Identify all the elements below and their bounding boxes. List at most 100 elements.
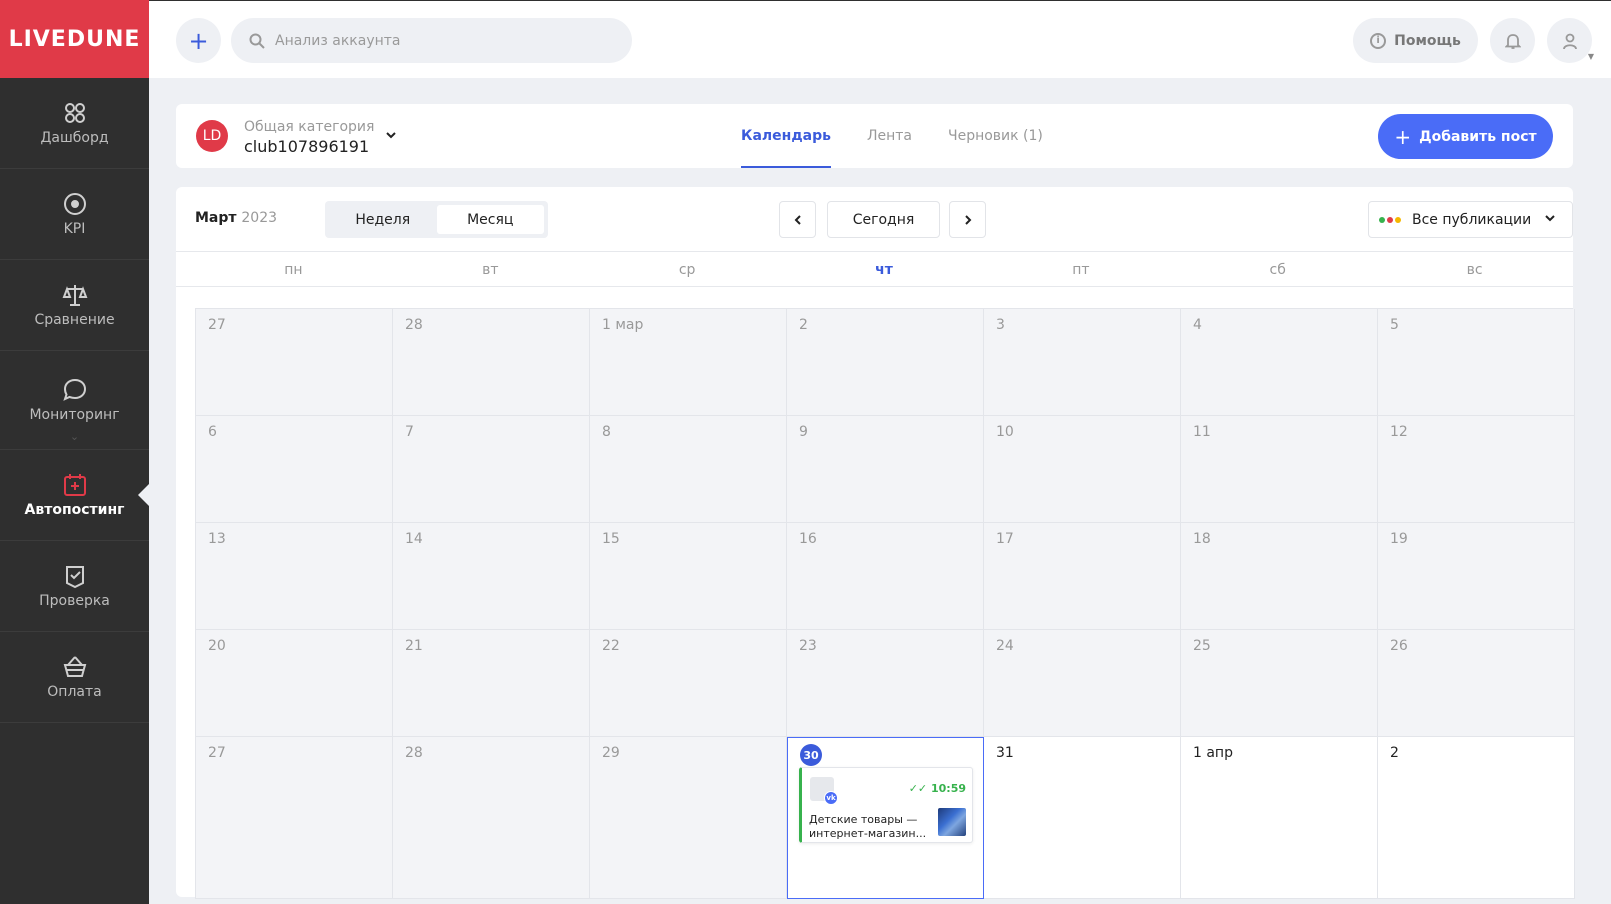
day-cell[interactable]: 21: [393, 630, 590, 737]
day-cell[interactable]: 27: [196, 737, 393, 899]
day-cell[interactable]: 1 апр: [1181, 737, 1378, 899]
chevron-down-icon[interactable]: [384, 128, 398, 146]
sidebar-item-payment[interactable]: Оплата: [0, 632, 149, 723]
plus-icon: +: [1394, 124, 1412, 149]
sidebar-item-comparison[interactable]: Сравнение: [0, 260, 149, 351]
sidebar-item-check[interactable]: Проверка: [0, 541, 149, 632]
day-cell[interactable]: 1 мар: [590, 309, 787, 416]
day-cell[interactable]: 14: [393, 523, 590, 630]
tab-drafts[interactable]: Черновик (1): [948, 104, 1043, 168]
search-input[interactable]: [275, 32, 595, 49]
day-cell[interactable]: 9: [787, 416, 984, 523]
day-number: 13: [208, 531, 226, 547]
day-cell[interactable]: 2: [787, 309, 984, 416]
basket-icon: [63, 656, 86, 677]
post-text-line: Детские товары —: [809, 813, 918, 826]
day-cell[interactable]: 29: [590, 737, 787, 899]
day-cell[interactable]: 3: [984, 309, 1181, 416]
prev-month-button[interactable]: [779, 201, 816, 238]
day-cell[interactable]: 28: [393, 737, 590, 899]
day-number: 2: [1390, 745, 1399, 761]
user-menu-button[interactable]: ▼: [1547, 18, 1594, 63]
avatar[interactable]: LD: [196, 120, 228, 152]
account-category: Общая категория: [244, 119, 375, 135]
post-text-line: интернет-магазин...: [809, 827, 927, 840]
day-cell[interactable]: 20: [196, 630, 393, 737]
day-number: 25: [1193, 638, 1211, 654]
day-number: 15: [602, 531, 620, 547]
filter-label: Все публикации: [1412, 211, 1532, 228]
sidebar-item-monitoring[interactable]: Мониторинг ⌄: [0, 351, 149, 450]
weekday-label: вт: [482, 262, 499, 278]
weekday-label: вс: [1466, 262, 1483, 278]
weekday-label: пн: [284, 262, 303, 278]
day-number: 28: [405, 317, 423, 333]
post-thumbnail: [938, 808, 966, 836]
day-cell[interactable]: 22: [590, 630, 787, 737]
day-cell[interactable]: 4: [1181, 309, 1378, 416]
year: 2023: [241, 210, 278, 226]
day-number: 22: [602, 638, 620, 654]
topbar: + i Помощь ▼: [149, 0, 1611, 78]
day-cell[interactable]: 25: [1181, 630, 1378, 737]
vk-icon: vk: [824, 791, 838, 805]
day-number: 10: [996, 424, 1014, 440]
day-cell[interactable]: 11: [1181, 416, 1378, 523]
day-cell[interactable]: 6: [196, 416, 393, 523]
day-cell[interactable]: 24: [984, 630, 1181, 737]
day-cell[interactable]: 12: [1378, 416, 1575, 523]
search-bar[interactable]: [231, 18, 632, 63]
day-number: 27: [208, 745, 226, 761]
add-post-button[interactable]: + Добавить пост: [1378, 114, 1553, 159]
month-title: Март 2023: [195, 210, 277, 226]
day-cell[interactable]: 26: [1378, 630, 1575, 737]
livedune-logo[interactable]: LIVEDUNE: [0, 0, 149, 78]
day-number: 16: [799, 531, 817, 547]
day-number: 14: [405, 531, 423, 547]
day-cell[interactable]: 7: [393, 416, 590, 523]
caret-down-icon: ▼: [1587, 52, 1594, 61]
next-month-button[interactable]: [949, 201, 986, 238]
month-name: Март: [195, 210, 237, 226]
create-button[interactable]: +: [176, 18, 221, 63]
day-cell[interactable]: 17: [984, 523, 1181, 630]
day-cell[interactable]: 31: [984, 737, 1181, 899]
day-cell[interactable]: 8: [590, 416, 787, 523]
tab-calendar[interactable]: Календарь: [741, 104, 831, 168]
day-number: 31: [996, 745, 1014, 761]
calendar-plus-icon: [63, 474, 86, 496]
search-icon: [249, 33, 265, 49]
dashboard-icon: [64, 103, 85, 123]
day-cell[interactable]: 18: [1181, 523, 1378, 630]
day-cell[interactable]: 19: [1378, 523, 1575, 630]
day-cell[interactable]: 28: [393, 309, 590, 416]
tab-feed[interactable]: Лента: [867, 104, 912, 168]
day-number: 17: [996, 531, 1014, 547]
sidebar-item-label: Оплата: [47, 684, 102, 700]
publications-filter[interactable]: Все публикации: [1368, 201, 1573, 238]
day-cell[interactable]: 2: [1378, 737, 1575, 899]
sidebar-item-kpi[interactable]: KPI: [0, 169, 149, 260]
scheduled-post-card[interactable]: vk ✓✓ 10:59 Детские товары — интернет-ма…: [799, 767, 973, 843]
sidebar-item-dashboard[interactable]: Дашборд: [0, 78, 149, 169]
today-button[interactable]: Сегодня: [827, 201, 940, 238]
sidebar-item-autoposting[interactable]: Автопостинг: [0, 450, 149, 541]
chat-bubble-icon: [62, 378, 86, 401]
help-button[interactable]: i Помощь: [1353, 18, 1478, 63]
sidebar-item-label: KPI: [63, 221, 86, 237]
day-cell[interactable]: 13: [196, 523, 393, 630]
day-cell[interactable]: 16: [787, 523, 984, 630]
day-cell[interactable]: 15: [590, 523, 787, 630]
day-cell[interactable]: 23: [787, 630, 984, 737]
sidebar-item-label: Дашборд: [40, 130, 109, 146]
weekday-label-today: чт: [875, 262, 893, 278]
day-cell[interactable]: 5: [1378, 309, 1575, 416]
day-cell[interactable]: 10: [984, 416, 1181, 523]
notifications-button[interactable]: [1490, 18, 1535, 63]
day-number: 24: [996, 638, 1014, 654]
account-name: club107896191: [244, 137, 370, 156]
view-month-button[interactable]: Месяц: [436, 205, 544, 234]
view-week-button[interactable]: Неделя: [329, 205, 437, 234]
day-cell-today[interactable]: 30 vk ✓✓ 10:59 Детские товары — интернет…: [787, 737, 984, 899]
day-cell[interactable]: 27: [196, 309, 393, 416]
